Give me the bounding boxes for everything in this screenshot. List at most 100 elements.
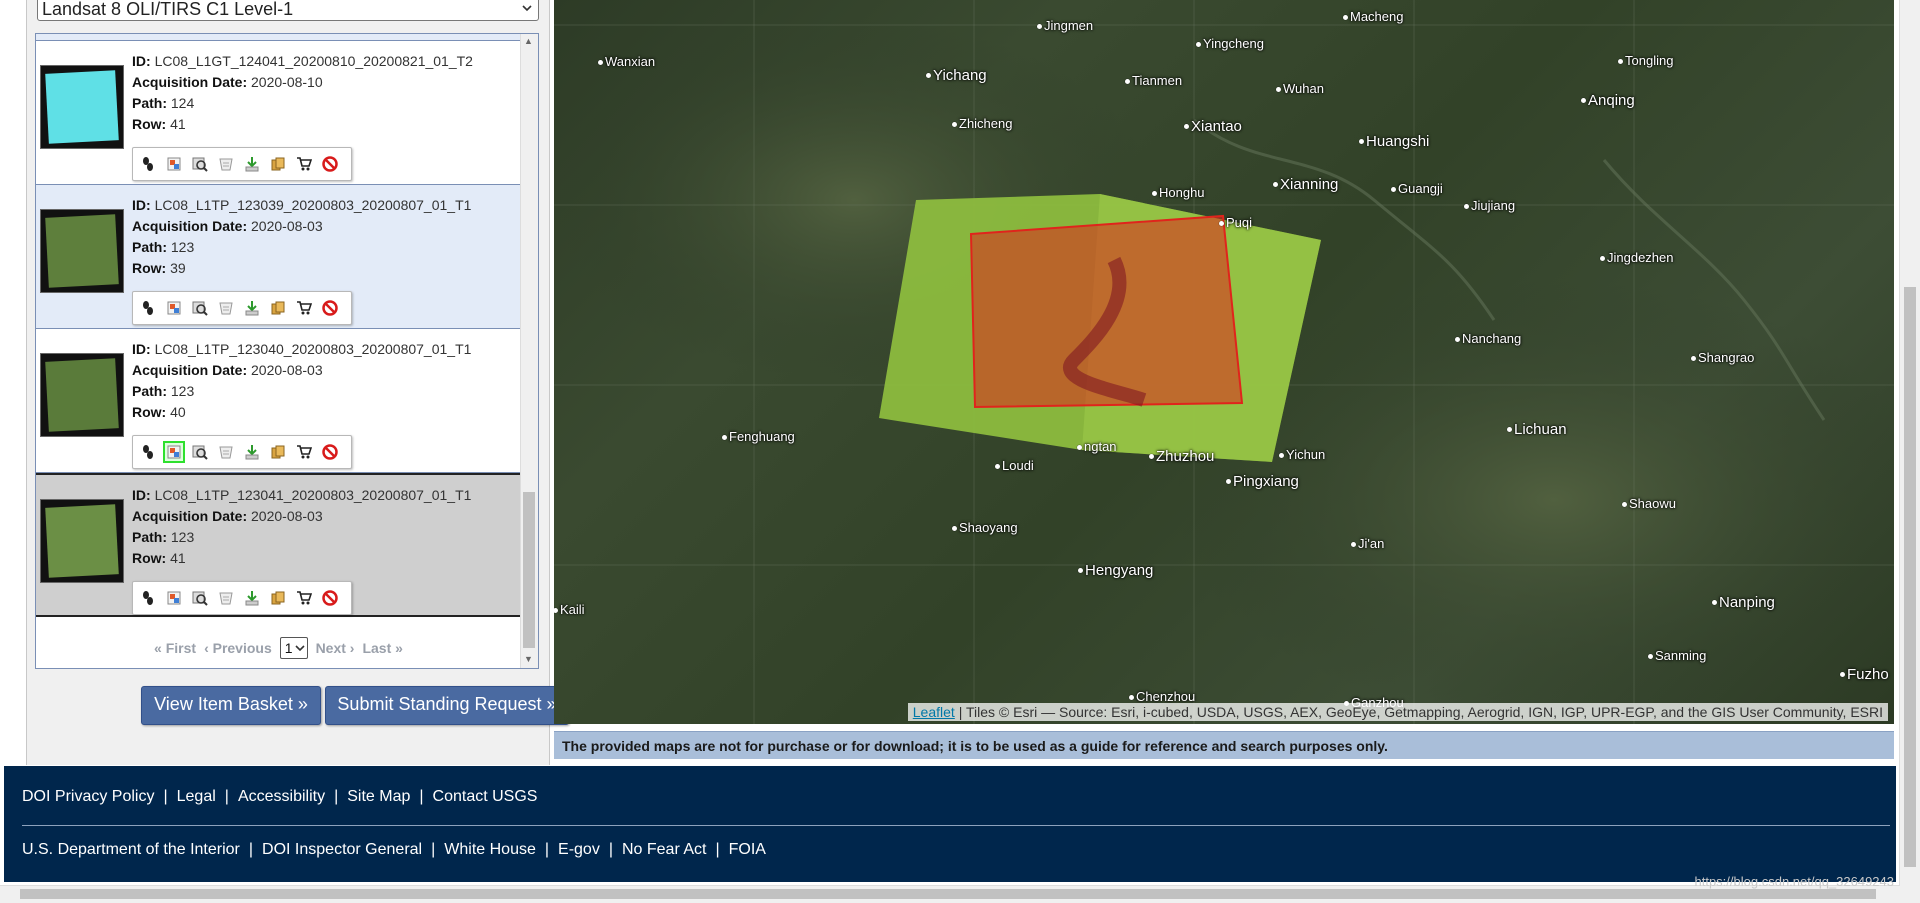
city-label: Anqing (1581, 92, 1635, 109)
acquisition-date: 2020-08-03 (251, 362, 323, 378)
footer-links-primary: DOI Privacy Policy | Legal | Accessibility… (22, 788, 537, 806)
bulk-download-icon[interactable] (267, 587, 289, 609)
leaflet-link[interactable]: Leaflet (913, 704, 955, 720)
result-thumbnail[interactable] (40, 209, 124, 293)
footer-link-interior[interactable]: U.S. Department of the Interior (22, 841, 240, 859)
metadata-icon[interactable] (215, 153, 237, 175)
page-select-value: 1 (284, 640, 293, 656)
footprint-icon[interactable] (137, 441, 159, 463)
scene-thumbnail-image (45, 214, 119, 288)
map-imagery (554, 0, 1894, 724)
footprint-icon[interactable] (137, 153, 159, 175)
city-label: Tianmen (1124, 73, 1183, 88)
browse-overlay-icon[interactable] (163, 297, 185, 319)
exclude-icon[interactable] (319, 297, 341, 319)
next-page-link[interactable]: Next › (316, 640, 355, 656)
footer-link-contact[interactable]: Contact USGS (433, 788, 538, 806)
footprint-icon[interactable] (137, 297, 159, 319)
result-toolbar (132, 435, 352, 469)
compare-browse-icon[interactable] (189, 587, 211, 609)
footer-link-white-house[interactable]: White House (444, 841, 536, 859)
footer-link-accessibility[interactable]: Accessibility (238, 788, 325, 806)
footer-link-legal[interactable]: Legal (177, 788, 216, 806)
footer-link-privacy[interactable]: DOI Privacy Policy (22, 788, 154, 806)
browse-overlay-icon[interactable] (163, 441, 185, 463)
browse-overlay-icon[interactable] (163, 153, 185, 175)
compare-browse-icon[interactable] (189, 153, 211, 175)
scrollbar-thumb[interactable] (20, 889, 1876, 899)
footer-link-site-map[interactable]: Site Map (347, 788, 410, 806)
order-cart-icon[interactable] (293, 297, 315, 319)
dataset-select[interactable]: Landsat 8 OLI/TIRS C1 Level-1 (37, 0, 539, 21)
page-select[interactable]: 1 (279, 637, 308, 659)
result-info: ID: LC08_L1TP_123040_20200803_20200807_0… (132, 339, 471, 423)
scroll-up-icon[interactable]: ▲ (524, 36, 533, 46)
bulk-download-icon[interactable] (267, 297, 289, 319)
page-horizontal-scrollbar[interactable] (0, 885, 1900, 903)
results-scrollbar[interactable]: ▲ ▼ (520, 34, 538, 668)
previous-page-link[interactable]: ‹ Previous (204, 640, 272, 656)
browse-overlay-icon[interactable] (163, 587, 185, 609)
city-label: Yichang (926, 67, 987, 84)
first-page-link[interactable]: « First (154, 640, 196, 656)
metadata-icon[interactable] (215, 441, 237, 463)
bulk-download-icon[interactable] (267, 441, 289, 463)
result-item[interactable]: ID: LC08_L1TP_123039_20200803_20200807_0… (36, 185, 521, 329)
footer-separator: | (224, 788, 229, 805)
result-thumbnail[interactable] (40, 499, 124, 583)
scrollbar-thumb[interactable] (1904, 287, 1916, 867)
exclude-icon[interactable] (319, 441, 341, 463)
exclude-icon[interactable] (319, 153, 341, 175)
order-cart-icon[interactable] (293, 153, 315, 175)
page-vertical-scrollbar[interactable] (1899, 0, 1920, 903)
result-toolbar (132, 581, 352, 615)
footer-link-egov[interactable]: E-gov (558, 841, 600, 859)
download-icon[interactable] (241, 441, 263, 463)
result-item-selected[interactable]: ID: LC08_L1TP_123041_20200803_20200807_0… (36, 473, 521, 617)
view-item-basket-button[interactable]: View Item Basket » (141, 686, 321, 725)
order-cart-icon[interactable] (293, 587, 315, 609)
download-icon[interactable] (241, 297, 263, 319)
result-toolbar (132, 291, 352, 325)
scrollbar-thumb[interactable] (523, 492, 535, 648)
date-label: Acquisition Date: (132, 218, 248, 234)
row-label: Row: (132, 260, 167, 276)
footer-link-foia[interactable]: FOIA (729, 841, 766, 859)
footprint-icon[interactable] (137, 587, 159, 609)
download-icon[interactable] (241, 587, 263, 609)
result-thumbnail[interactable] (40, 353, 124, 437)
footer-link-no-fear-act[interactable]: No Fear Act (622, 841, 706, 859)
city-label: Xiantao (1184, 118, 1242, 135)
city-label: Honghu (1152, 185, 1205, 200)
exclude-icon[interactable] (319, 587, 341, 609)
map-attribution: Leaflet | Tiles © Esri — Source: Esri, i… (907, 703, 1888, 721)
footer-link-inspector-general[interactable]: DOI Inspector General (262, 841, 422, 859)
scroll-down-icon[interactable]: ▼ (524, 654, 533, 664)
acquisition-date: 2020-08-03 (251, 508, 323, 524)
bulk-download-icon[interactable] (267, 153, 289, 175)
city-label: Pingxiang (1226, 473, 1299, 490)
last-page-link[interactable]: Last » (362, 640, 402, 656)
result-thumbnail[interactable] (40, 65, 124, 149)
metadata-icon[interactable] (215, 297, 237, 319)
footer-separator: | (544, 841, 550, 858)
result-item[interactable]: ID: LC08_L1GT_124041_20200810_20200821_0… (36, 41, 521, 185)
acquisition-date: 2020-08-10 (251, 74, 323, 90)
download-icon[interactable] (241, 153, 263, 175)
result-id: LC08_L1TP_123039_20200803_20200807_01_T1 (154, 197, 472, 213)
date-label: Acquisition Date: (132, 508, 248, 524)
order-cart-icon[interactable] (293, 441, 315, 463)
id-label: ID: (132, 197, 151, 213)
map-disclaimer: The provided maps are not for purchase o… (554, 731, 1894, 759)
result-id: LC08_L1TP_123040_20200803_20200807_01_T1 (154, 341, 472, 357)
result-item[interactable]: ID: LC08_L1TP_123040_20200803_20200807_0… (36, 329, 521, 473)
city-label: Shaowu (1622, 496, 1676, 511)
city-label: Jiujiang (1463, 198, 1516, 213)
map-view[interactable]: Jingmen Macheng Wanxian Yingcheng Tongli… (554, 0, 1894, 724)
submit-standing-request-button[interactable]: Submit Standing Request » (325, 686, 569, 725)
compare-browse-icon[interactable] (189, 441, 211, 463)
pagination: « First ‹ Previous 1 Next › Last » (36, 629, 521, 667)
metadata-icon[interactable] (215, 587, 237, 609)
city-label: Yingcheng (1196, 36, 1264, 51)
compare-browse-icon[interactable] (189, 297, 211, 319)
